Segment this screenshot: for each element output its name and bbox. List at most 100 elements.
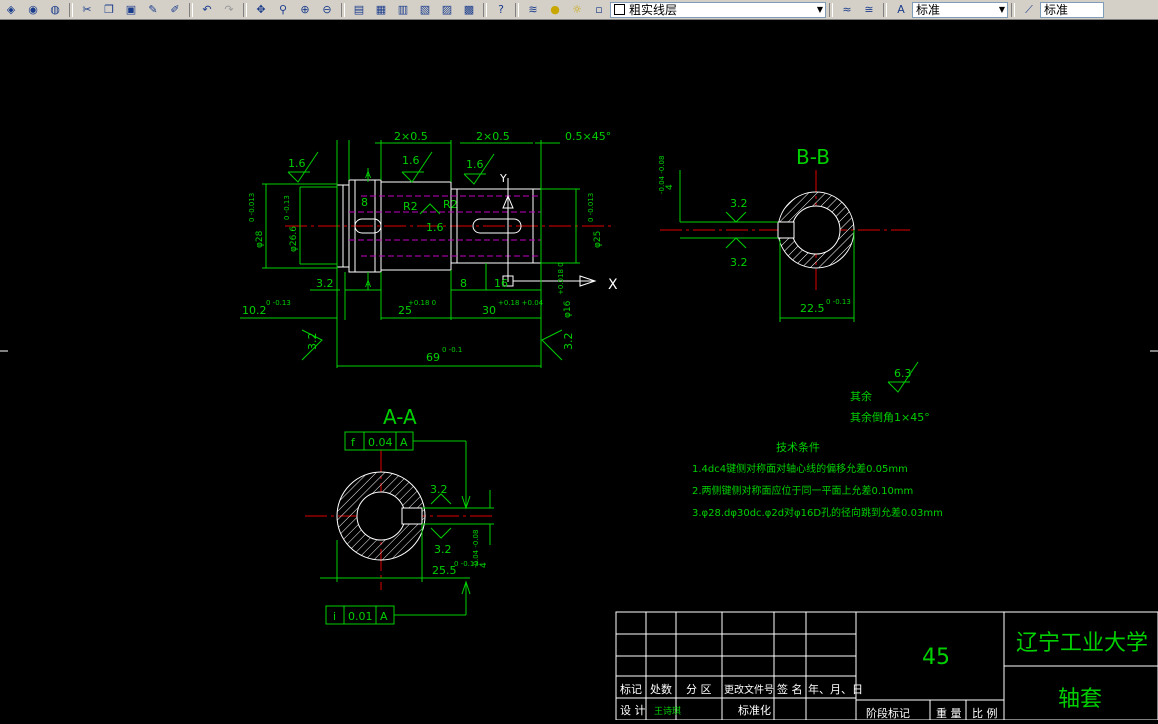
h-date: 年、月、日 [808,682,863,696]
dim-style-icon[interactable]: ⟋ [1020,2,1038,18]
roughness-2: 1.6 [402,154,420,167]
bb-roughness-bottom: 3.2 [730,256,748,269]
axis-y-label: Y [499,172,507,185]
layer-previous-icon[interactable]: ≈ [838,2,856,18]
dia-28: φ28 [255,230,265,248]
len-69-tol: 0 -0.1 [442,346,462,354]
calculator-icon[interactable]: ▩ [460,2,478,18]
dia-16-tol: +0.018 0 [557,262,565,295]
help-icon[interactable]: ? [492,2,510,18]
school-name: 辽宁工业大学 [1016,631,1148,656]
radius-a: R2 [403,200,418,213]
tol2-datum: A [380,610,388,623]
text-style-icon[interactable]: A [892,2,910,18]
paste-icon[interactable]: ▣ [122,2,140,18]
main-dimensions [240,140,580,368]
h-doc: 更改文件号 [724,683,774,696]
dia-25: φ25 [593,231,603,248]
layer-tool-icon[interactable]: ◉ [24,2,42,18]
roughness-left: 3.2 [306,333,319,351]
lock-icon[interactable]: ▫ [590,2,608,18]
layer-match-icon[interactable]: ≅ [860,2,878,18]
bb-key-width: 4 [665,184,675,190]
len-3-2: 3.2 [316,277,334,290]
view-bb [660,170,910,322]
bb-roughness-top: 3.2 [730,197,748,210]
dia-28-tol: 0 -0.013 [248,193,256,222]
sun-icon[interactable]: ☼ [568,2,586,18]
len-69: 69 [426,351,440,364]
sheet-set-icon[interactable]: ▧ [416,2,434,18]
len-16: 16 [494,277,508,290]
section-mark-bottom: A [365,280,372,290]
bb-keyway [777,221,795,239]
properties-icon[interactable]: ▤ [350,2,368,18]
h-mark: 标记 [620,682,642,696]
bb-key-tol: -0.04 -0.08 [658,156,666,194]
h-count: 处数 [650,683,672,696]
dim-style-dropdown[interactable]: 标准 [1040,1,1104,18]
tech-req-title: 技术条件 [776,440,820,454]
notes: 6.3 其余 其余倒角1×45° 技术条件 1.4dc4键侧对称面对轴心线的偏移… [692,367,943,519]
chevron-down-icon: ▼ [998,4,1005,14]
match-prop-icon[interactable]: ✎ [144,2,162,18]
text-style-dropdown[interactable]: 标准 ▼ [912,1,1008,18]
h-weight: 重 量 [936,706,962,720]
dia-16: φ16 [563,300,573,318]
notes-roughness-value: 6.3 [894,367,912,380]
separator [829,2,833,17]
view-aa [305,431,495,625]
pan-icon[interactable]: ✥ [252,2,270,18]
layer-manager-icon[interactable]: ◈ [2,2,20,18]
aa-dim-tol: 0 -0.13 [454,560,479,568]
separator [189,2,193,17]
cut-icon[interactable]: ✂ [78,2,96,18]
brush-icon[interactable]: ✐ [166,2,184,18]
bulb-icon[interactable]: ● [546,2,564,18]
roughness-3: 1.6 [466,158,484,171]
undo-icon[interactable]: ↶ [198,2,216,18]
bb-dim-tol: 0 -0.13 [826,298,851,306]
roughness-4: 1.6 [426,221,444,234]
aa-dim: 25.5 [432,564,457,577]
zoom-realtime-icon[interactable]: ⚲ [274,2,292,18]
tol2-value: 0.01 [348,610,373,623]
len-10-2: 10.2 [242,304,267,317]
tool-palette-icon[interactable]: ▥ [394,2,412,18]
layer-states-icon[interactable]: ≋ [524,2,542,18]
tol1-symbol: f [351,436,356,449]
h-sign: 签 名 [777,682,803,696]
layer-color-swatch [614,4,625,15]
separator [883,2,887,17]
tol1-value: 0.04 [368,436,393,449]
drawing-canvas[interactable]: 2×0.5 2×0.5 0.5×45° 1.6 1.6 1.6 1.6 R2 R… [0,20,1158,721]
h-zone: 分 区 [686,683,712,696]
h-std: 标准化 [738,703,771,717]
aa-roughness-bottom: 3.2 [434,543,452,556]
design-center-icon[interactable]: ▦ [372,2,390,18]
len-8-a: 8 [361,196,368,209]
redo-icon[interactable]: ↷ [220,2,238,18]
separator [243,2,247,17]
zoom-window-icon[interactable]: ⊕ [296,2,314,18]
globe-icon[interactable]: ◍ [46,2,64,18]
axis-x-label: X [608,277,618,293]
h-design: 设 计 [620,704,646,717]
layer-dropdown[interactable]: 粗实线层 ▼ [610,1,826,18]
h-stage: 阶段标记 [866,706,910,720]
dia-26-tol: 0 -0.13 [283,195,291,220]
copy-icon[interactable]: ❐ [100,2,118,18]
text-style-value: 标准 [916,3,941,17]
chevron-down-icon: ▼ [816,4,823,14]
part-name: 轴套 [1058,687,1102,712]
bb-dim: 22.5 [800,302,825,315]
bb-title: B-B [796,145,830,169]
designer-name: 王诗琪 [654,705,681,717]
tech-req-line-1: 1.4dc4键侧对称面对轴心线的偏移允差0.05mm [692,462,908,475]
radius-b: R2 [443,198,458,211]
zoom-previous-icon[interactable]: ⊖ [318,2,336,18]
bb-inner-circle [791,205,841,255]
notes-rest: 其余 [850,389,872,403]
markup-icon[interactable]: ▨ [438,2,456,18]
tol1-datum: A [400,436,408,449]
